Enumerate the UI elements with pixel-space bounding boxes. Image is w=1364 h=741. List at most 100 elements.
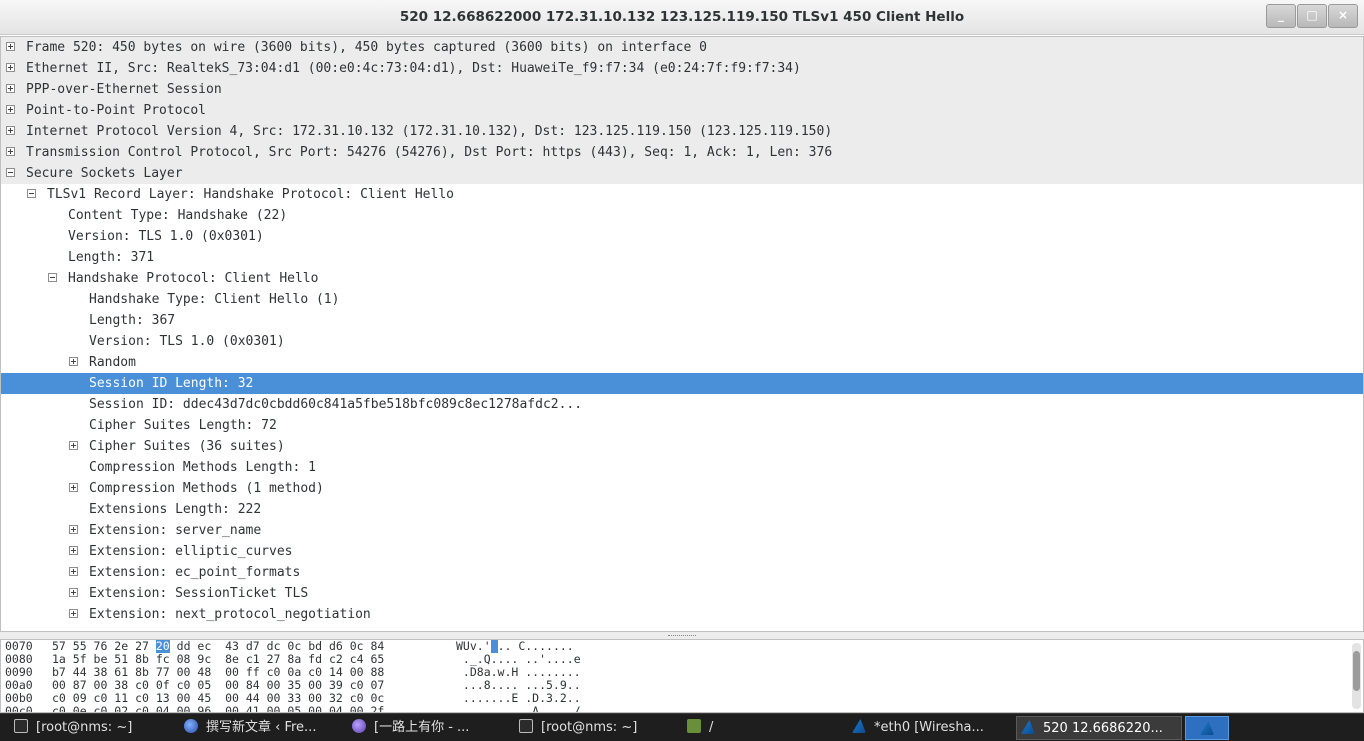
hex-ascii[interactable]: ........ .A...../ [456, 705, 581, 713]
tree-row-label: Handshake Protocol: Client Hello [68, 271, 319, 286]
tree-row[interactable]: Version: TLS 1.0 (0x0301) [1, 331, 1363, 352]
taskbar-item[interactable]: [root@nms: ~] [515, 716, 680, 740]
tree-row[interactable]: Transmission Control Protocol, Src Port:… [1, 142, 1363, 163]
hex-ascii[interactable]: .......E .D.3.2.. [456, 692, 581, 705]
expand-icon[interactable] [69, 609, 78, 618]
hex-ascii[interactable]: WUv.' .. C....... [456, 640, 574, 653]
expand-icon[interactable] [6, 126, 15, 135]
expand-icon[interactable] [69, 525, 78, 534]
title-bar: 520 12.668622000 172.31.10.132 123.125.1… [0, 0, 1364, 35]
collapse-icon[interactable] [6, 168, 15, 177]
tree-row-label: Content Type: Handshake (22) [68, 208, 288, 223]
bytes-scrollbar[interactable] [1352, 643, 1361, 709]
minimize-button[interactable]: _ [1266, 4, 1296, 28]
hex-bytes[interactable]: c0 0e c0 02 c0 04 00 96 00 41 00 05 00 0… [52, 705, 384, 713]
bytes-scrollbar-thumb[interactable] [1353, 651, 1360, 691]
taskbar-item[interactable]: [一路上有你 - ... [348, 716, 513, 740]
taskbar-item[interactable]: / [683, 716, 843, 740]
hex-bytes[interactable]: 00 87 00 38 c0 0f c0 05 00 84 00 35 00 3… [52, 679, 384, 692]
tree-row[interactable]: Extension: server_name [1, 520, 1363, 541]
expand-icon[interactable] [69, 357, 78, 366]
hex-offset: 0070 [5, 639, 33, 653]
tree-row[interactable]: Extension: SessionTicket TLS [1, 583, 1363, 604]
taskbar-item-label: 520 12.6686220... [1043, 721, 1163, 736]
expand-icon[interactable] [69, 441, 78, 450]
tree-row-label: Version: TLS 1.0 (0x0301) [68, 229, 264, 244]
hex-bytes-text: c0 0e c0 02 c0 04 00 96 00 41 00 05 00 0… [52, 704, 385, 713]
expand-icon[interactable] [69, 546, 78, 555]
tree-row[interactable]: Handshake Type: Client Hello (1) [1, 289, 1363, 310]
tree-row-label: Secure Sockets Layer [26, 166, 183, 181]
collapse-icon[interactable] [48, 273, 57, 282]
expand-icon[interactable] [69, 567, 78, 576]
expand-icon[interactable] [69, 588, 78, 597]
packet-bytes-pane[interactable]: 00c0 c0 0e c0 02 c0 04 00 96 00 41 00 05 … [0, 639, 1364, 713]
tree-row[interactable]: TLSv1 Record Layer: Handshake Protocol: … [1, 184, 1363, 205]
hex-bytes[interactable]: 1a 5f be 51 8b fc 08 9c 8e c1 27 8a fd c… [52, 653, 384, 666]
splitter-grip-icon[interactable] [668, 635, 696, 638]
tree-row[interactable]: Cipher Suites (36 suites) [1, 436, 1363, 457]
tree-row[interactable]: Cipher Suites Length: 72 [1, 415, 1363, 436]
tree-row[interactable]: Internet Protocol Version 4, Src: 172.31… [1, 121, 1363, 142]
tree-row[interactable]: Length: 371 [1, 247, 1363, 268]
taskbar-item-label: [root@nms: ~] [541, 720, 638, 735]
pane-splitter[interactable] [0, 632, 1364, 639]
tree-row[interactable]: Length: 367 [1, 310, 1363, 331]
tree-row-label: Ethernet II, Src: RealtekS_73:04:d1 (00:… [26, 61, 801, 76]
expand-icon[interactable] [6, 42, 15, 51]
hex-offset: 0080 [5, 652, 33, 666]
hex-bytes[interactable]: b7 44 38 61 8b 77 00 48 00 ff c0 0a c0 1… [52, 666, 384, 679]
taskbar-item[interactable]: 撰写新文章 ‹ Fre... [180, 716, 345, 740]
tree-row[interactable]: Version: TLS 1.0 (0x0301) [1, 226, 1363, 247]
ascii-text: ........ .A...../ [456, 704, 581, 713]
ascii-text: .. C....... [497, 639, 574, 653]
tree-row[interactable]: Frame 520: 450 bytes on wire (3600 bits)… [1, 37, 1363, 58]
wireshark-icon [852, 719, 866, 733]
hex-ascii[interactable]: ._.Q.... ..'....e [456, 653, 581, 666]
taskbar-item-label: / [709, 720, 714, 735]
tree-row[interactable]: Extensions Length: 222 [1, 499, 1363, 520]
tree-row[interactable]: Content Type: Handshake (22) [1, 205, 1363, 226]
hex-bytes-text: 57 55 76 2e 27 [52, 639, 156, 653]
expand-icon[interactable] [6, 105, 15, 114]
hex-bytes-text: 1a 5f be 51 8b fc 08 9c 8e c1 27 8a fd c… [52, 652, 385, 666]
hex-bytes-text: b7 44 38 61 8b 77 00 48 00 ff c0 0a c0 1… [52, 665, 385, 679]
tree-row[interactable]: Extension: ec_point_formats [1, 562, 1363, 583]
tree-row-label: Length: 371 [68, 250, 155, 265]
tree-row[interactable]: Compression Methods Length: 1 [1, 457, 1363, 478]
close-button[interactable]: × [1328, 4, 1358, 28]
tree-row[interactable]: Compression Methods (1 method) [1, 478, 1363, 499]
hex-ascii[interactable]: .D8a.w.H ........ [456, 666, 581, 679]
tree-row[interactable]: Extension: next_protocol_negotiation [1, 604, 1363, 625]
tree-row[interactable]: Random [1, 352, 1363, 373]
maximize-button[interactable]: □ [1297, 4, 1327, 28]
taskbar-item[interactable]: 520 12.6686220... [1016, 716, 1182, 740]
hex-bytes[interactable]: 57 55 76 2e 27 20 dd ec 43 d7 dc 0c bd d… [52, 640, 384, 653]
tree-row[interactable]: Ethernet II, Src: RealtekS_73:04:d1 (00:… [1, 58, 1363, 79]
tree-row[interactable]: Session ID Length: 32 [1, 373, 1363, 394]
packet-details-tree[interactable]: Frame 520: 450 bytes on wire (3600 bits)… [0, 36, 1364, 632]
expand-icon[interactable] [6, 147, 15, 156]
tree-row[interactable]: PPP-over-Ethernet Session [1, 79, 1363, 100]
expand-icon[interactable] [6, 84, 15, 93]
taskbar-item-label: *eth0 [Wiresha... [874, 720, 984, 735]
hex-bytes[interactable]: c0 09 c0 11 c0 13 00 45 00 44 00 33 00 3… [52, 692, 384, 705]
tree-row[interactable]: Secure Sockets Layer [1, 163, 1363, 184]
collapse-icon[interactable] [27, 189, 36, 198]
wireshark-launcher-button[interactable] [1185, 716, 1229, 740]
ascii-text: ...8.... ...5.9.. [456, 678, 581, 692]
tree-row-label: Extension: next_protocol_negotiation [89, 607, 371, 622]
taskbar-item[interactable]: [root@nms: ~] [10, 716, 175, 740]
expand-icon[interactable] [6, 63, 15, 72]
hex-ascii[interactable]: ...8.... ...5.9.. [456, 679, 581, 692]
tree-row[interactable]: Extension: elliptic_curves [1, 541, 1363, 562]
hex-bytes-text: 00 87 00 38 c0 0f c0 05 00 84 00 35 00 3… [52, 678, 385, 692]
expand-icon[interactable] [69, 483, 78, 492]
tree-row[interactable]: Handshake Protocol: Client Hello [1, 268, 1363, 289]
taskbar-item-label: [root@nms: ~] [36, 720, 133, 735]
tree-row[interactable]: Point-to-Point Protocol [1, 100, 1363, 121]
hex-offset: 00b0 [5, 691, 33, 705]
tree-row[interactable]: Session ID: ddec43d7dc0cbdd60c841a5fbe51… [1, 394, 1363, 415]
taskbar-item[interactable]: *eth0 [Wiresha... [848, 716, 1013, 740]
tree-row-label: Random [89, 355, 136, 370]
